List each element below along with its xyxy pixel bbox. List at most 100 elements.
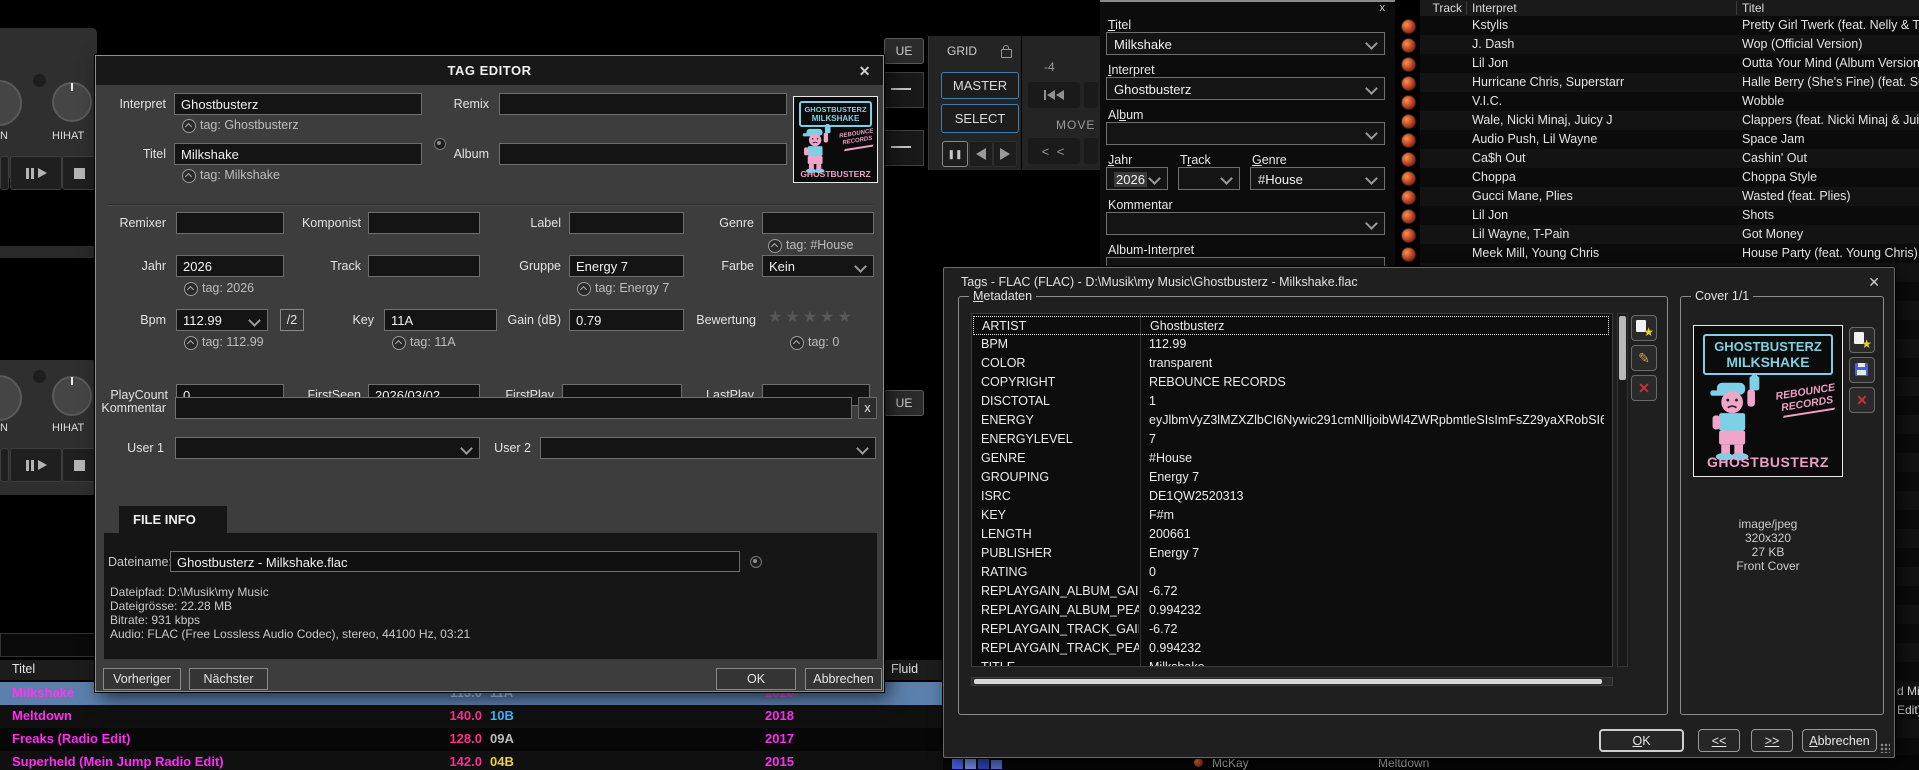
metadata-row[interactable]: COLORtransparent <box>973 354 1609 373</box>
remix-input[interactable] <box>499 93 787 115</box>
hihat-knob[interactable] <box>52 82 92 122</box>
apply-tag-icon[interactable] <box>577 282 591 296</box>
track-list-header[interactable]: Track Interpret Titel <box>1420 0 1919 16</box>
move-right-button-partial[interactable] <box>1084 138 1098 164</box>
master-button[interactable]: MASTER <box>941 72 1019 99</box>
metadata-row[interactable]: RATING0 <box>973 563 1609 582</box>
fader-handle[interactable] <box>891 146 911 148</box>
metadata-row[interactable]: REPLAYGAIN_TRACK_PEAK0.994232 <box>973 639 1609 658</box>
genre-combobox[interactable]: #House <box>1250 167 1385 190</box>
ok-button[interactable]: OK <box>716 668 796 690</box>
column-header-titel[interactable]: Titel <box>1742 1 1764 15</box>
metadata-row[interactable]: ENERGYeyJlbmVyZ3lMZXZlbCI6Nywic291cmNlIj… <box>973 411 1609 430</box>
user1-combobox[interactable] <box>175 437 480 459</box>
move-left-button[interactable]: < < <box>1028 138 1080 164</box>
next-cover-button[interactable]: >> <box>1751 729 1793 752</box>
metadata-row[interactable]: COPYRIGHTREBOUNCE RECORDS <box>973 373 1609 392</box>
track-row[interactable]: Gucci Mane, PliesWasted (feat. Plies) <box>1420 187 1919 206</box>
jahr-input[interactable]: 2026 <box>176 255 284 277</box>
titel-input[interactable]: Milkshake <box>174 143 422 165</box>
track-row[interactable]: Lil Wayne, T-PainGot Money <box>1420 225 1919 244</box>
metadata-row[interactable]: KEYF#m <box>973 506 1609 525</box>
metadata-row[interactable]: TITLEMilkshake <box>973 658 1609 667</box>
column-header-track[interactable]: Track <box>1420 1 1462 15</box>
komponist-input[interactable] <box>368 212 480 234</box>
track-row[interactable]: Ca$h OutCashin' Out <box>1420 149 1919 168</box>
next-button[interactable]: Nächster <box>189 668 268 690</box>
gruppe-input[interactable]: Energy 7 <box>569 255 684 277</box>
column-header-interpret[interactable]: Interpret <box>1472 1 1517 15</box>
metadata-row[interactable]: DISCTOTAL1 <box>973 392 1609 411</box>
playlist-row[interactable]: Meltdown140.010B2018 <box>0 705 943 728</box>
save-cover-button[interactable] <box>1849 357 1875 383</box>
album-input[interactable] <box>499 143 787 165</box>
delete-tag-button[interactable]: ✕ <box>1631 375 1657 401</box>
add-cover-button[interactable]: ★ <box>1849 327 1875 353</box>
filename-radio[interactable] <box>750 556 762 568</box>
vertical-scrollbar[interactable] <box>1617 313 1628 667</box>
sampler-button-partial[interactable] <box>0 156 9 190</box>
close-icon[interactable]: x <box>1380 2 1386 14</box>
apply-tag-icon[interactable] <box>182 169 196 183</box>
hihat-knob[interactable] <box>52 376 92 416</box>
tag-editor-titlebar[interactable]: TAG EDITOR ✕ <box>96 56 883 85</box>
track-row[interactable]: ChoppaChoppa Style <box>1420 168 1919 187</box>
apply-tag-icon[interactable] <box>768 239 782 253</box>
previous-cover-button[interactable]: << <box>1698 729 1740 752</box>
fader[interactable] <box>884 130 924 166</box>
playlist-row[interactable]: Superheld (Mein Jump Radio Edit)142.004B… <box>0 751 943 770</box>
skip-back-button[interactable] <box>1028 82 1080 108</box>
metadata-table[interactable]: ARTISTGhostbusterzBPM112.99COLORtranspar… <box>971 313 1613 667</box>
cancel-button[interactable]: Abbrechen <box>1802 729 1877 752</box>
add-tag-button[interactable]: ★ <box>1631 315 1657 341</box>
metadata-row[interactable]: BPM112.99 <box>973 335 1609 354</box>
pause-grid-button[interactable]: ❚❚ <box>942 141 968 167</box>
delete-cover-button[interactable]: ✕ <box>1849 387 1875 413</box>
stop-button[interactable] <box>62 448 97 482</box>
track-row[interactable]: KstylisPretty Girl Twerk (feat. Nelly & … <box>1420 16 1919 35</box>
close-icon[interactable]: ✕ <box>859 63 871 80</box>
stop-button[interactable] <box>62 156 97 190</box>
cue-button-fragment[interactable]: UE <box>884 390 924 416</box>
track-row[interactable]: Hurricane Chris, SuperstarrHalle Berry (… <box>1420 73 1919 92</box>
close-icon[interactable]: ✕ <box>1868 274 1880 291</box>
fader[interactable] <box>884 72 924 108</box>
track-row[interactable]: Lil JonShots <box>1420 206 1919 225</box>
column-separator[interactable] <box>1736 1 1737 15</box>
interpret-combobox[interactable]: Ghostbusterz <box>1106 77 1385 100</box>
genre-input[interactable] <box>762 212 874 234</box>
edit-tag-button[interactable]: ✎ <box>1631 345 1657 371</box>
sampler-knob[interactable] <box>0 375 22 421</box>
track-row[interactable]: Meek Mill, Young ChrisHouse Party (feat.… <box>1420 244 1919 263</box>
key-input[interactable]: 11A <box>384 309 497 331</box>
titel-combobox[interactable]: Milkshake <box>1106 32 1385 55</box>
apply-tag-icon[interactable] <box>182 119 196 133</box>
metadata-row[interactable]: LENGTH200661 <box>973 525 1609 544</box>
apply-tag-icon[interactable] <box>184 282 198 296</box>
user2-combobox[interactable] <box>540 437 876 459</box>
kommentar-input[interactable] <box>175 397 852 419</box>
metadata-row[interactable]: GENRE#House <box>973 449 1609 468</box>
album-combobox[interactable] <box>1106 122 1385 145</box>
cancel-button[interactable]: Abbrechen <box>805 668 882 690</box>
lock-icon[interactable] <box>1001 49 1012 58</box>
apply-tag-icon[interactable] <box>392 336 406 350</box>
track-combobox[interactable] <box>1178 167 1240 190</box>
label-input[interactable] <box>569 212 684 234</box>
nudge-right-button[interactable] <box>993 141 1017 167</box>
rating-stars[interactable]: ★★★★★ <box>768 307 855 327</box>
remixer-input[interactable] <box>176 212 284 234</box>
playlist-row[interactable]: Freaks (Radio Edit)128.009A2017 <box>0 728 943 751</box>
bpm-half-button[interactable]: /2 <box>280 309 304 331</box>
select-button[interactable]: SELECT <box>941 104 1019 133</box>
metadata-row[interactable]: ARTISTGhostbusterz <box>973 316 1609 335</box>
playlist-column-titel[interactable]: Titel <box>12 662 35 676</box>
metadata-row[interactable]: REPLAYGAIN_ALBUM_PEAK0.994232 <box>973 601 1609 620</box>
sampler-button-partial[interactable] <box>0 448 9 482</box>
track-row[interactable]: Lil JonOutta Your Mind (Album Version (E… <box>1420 54 1919 73</box>
metadata-row[interactable]: GROUPINGEnergy 7 <box>973 468 1609 487</box>
cue-button-fragment[interactable]: UE <box>884 38 924 64</box>
cover-art-thumbnail[interactable]: GHOSTBUSTERZMILKSHAKE REBOUNCERECORDS <box>793 96 878 183</box>
track-row[interactable]: Wale, Nicki Minaj, Juicy JClappers (feat… <box>1420 111 1919 130</box>
cover-art-image[interactable]: GHOSTBUSTERZMILKSHAKE <box>1693 325 1843 477</box>
